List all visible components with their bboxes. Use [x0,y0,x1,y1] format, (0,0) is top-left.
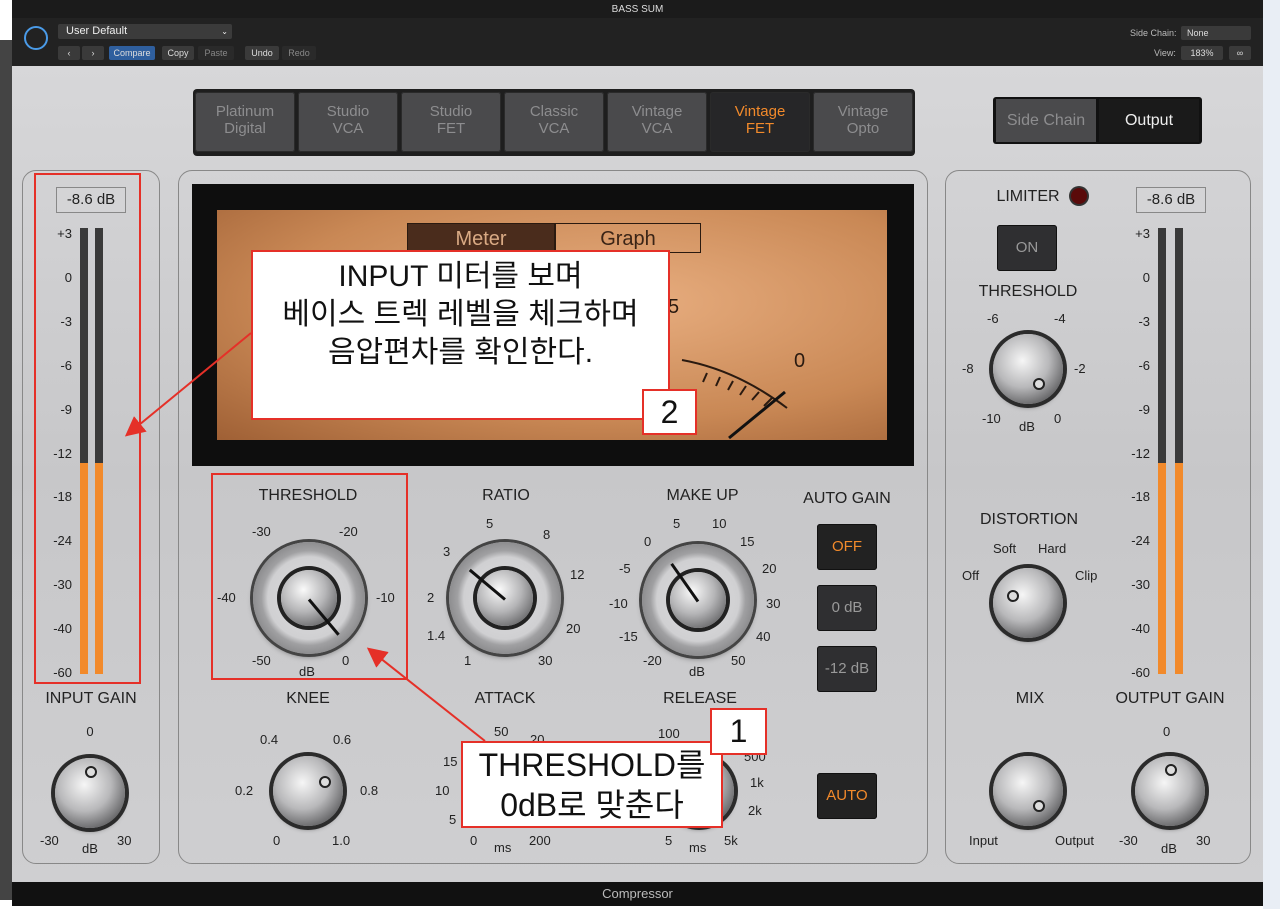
background-window-strip-right [1263,0,1280,909]
callout-2-line-1: INPUT 미터를 보며 [338,260,583,293]
background-window-strip-left [0,40,12,900]
callout-2-line-3: 음압편차를 확인한다. [327,336,594,369]
callout-1-number: 1 [710,708,767,755]
callout-1-line-2: 0dB로 맞춘다 [500,787,684,823]
callout-input-meter: INPUT 미터를 보며 베이스 트렉 레벨을 체크하며 음압편차를 확인한다. [251,250,670,420]
callout-2-number: 2 [642,389,697,435]
callout-1-line-1: THRESHOLD를 [478,747,706,783]
callout-threshold: THRESHOLD를 0dB로 맞춘다 [461,741,723,828]
callout-2-line-2: 베이스 트렉 레벨을 체크하며 [282,298,639,331]
